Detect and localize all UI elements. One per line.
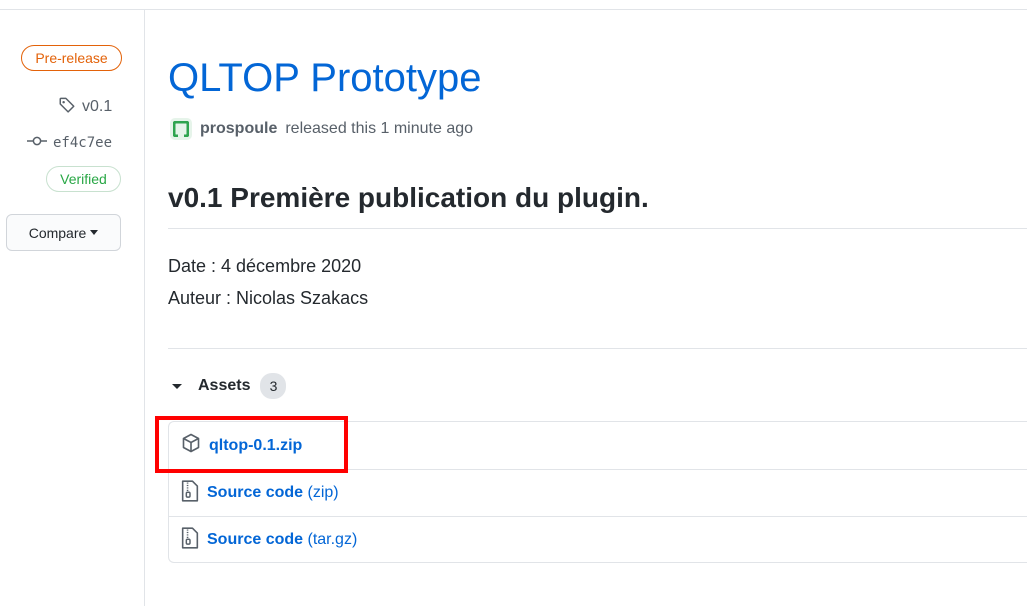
list-item: qltop-0.1.zip — [169, 422, 1027, 469]
compare-label: Compare — [28, 224, 87, 241]
released-text: released this 1 minute ago — [285, 120, 474, 137]
release-body-date: Date : 4 décembre 2020 — [168, 256, 362, 276]
file-zip-icon — [181, 526, 199, 554]
release-title[interactable]: QLTOP Prototype — [168, 56, 482, 101]
release-body-author: Auteur : Nicolas Szakacs — [168, 288, 369, 308]
asset-link[interactable]: qltop-0.1.zip — [209, 437, 302, 455]
tag-link[interactable]: v0.1 — [58, 96, 112, 118]
verified-badge[interactable]: Verified — [46, 166, 121, 192]
commit-sha: ef4c7ee — [53, 135, 113, 151]
chevron-down-icon — [90, 230, 99, 235]
prerelease-badge: Pre-release — [21, 45, 122, 71]
caret-down-icon — [172, 383, 182, 389]
column-divider — [144, 9, 145, 606]
tag-icon — [58, 96, 76, 119]
assets-label: Assets — [198, 377, 251, 394]
tag-label: v0.1 — [82, 98, 113, 115]
compare-button[interactable]: Compare — [6, 214, 121, 251]
commit-link[interactable]: ef4c7ee — [27, 133, 112, 153]
author-link[interactable]: prospoule — [200, 120, 277, 138]
package-icon — [181, 433, 201, 458]
release-sidebar: Pre-release v0.1 ef4c7ee Verified Compar… — [0, 0, 144, 606]
source-zip-link[interactable]: Source code (zip) — [207, 484, 339, 502]
list-item: Source code (zip) — [169, 469, 1027, 516]
release-heading: v0.1 Première publication du plugin. — [168, 182, 649, 213]
assets-list: qltop-0.1.zip Source code (zip) Source c… — [168, 421, 1027, 563]
release-byline: prospoule released this 1 minute ago — [170, 118, 473, 140]
list-item: Source code (tar.gz) — [169, 516, 1027, 563]
heading-divider — [168, 228, 1027, 229]
source-targz-link[interactable]: Source code (tar.gz) — [207, 531, 357, 549]
avatar[interactable] — [170, 118, 192, 140]
file-zip-icon — [181, 479, 199, 507]
commit-icon — [27, 134, 47, 152]
top-divider — [0, 9, 1027, 10]
body-divider — [168, 348, 1027, 349]
assets-count: 3 — [260, 373, 287, 399]
assets-toggle[interactable]: Assets 3 — [172, 372, 287, 400]
